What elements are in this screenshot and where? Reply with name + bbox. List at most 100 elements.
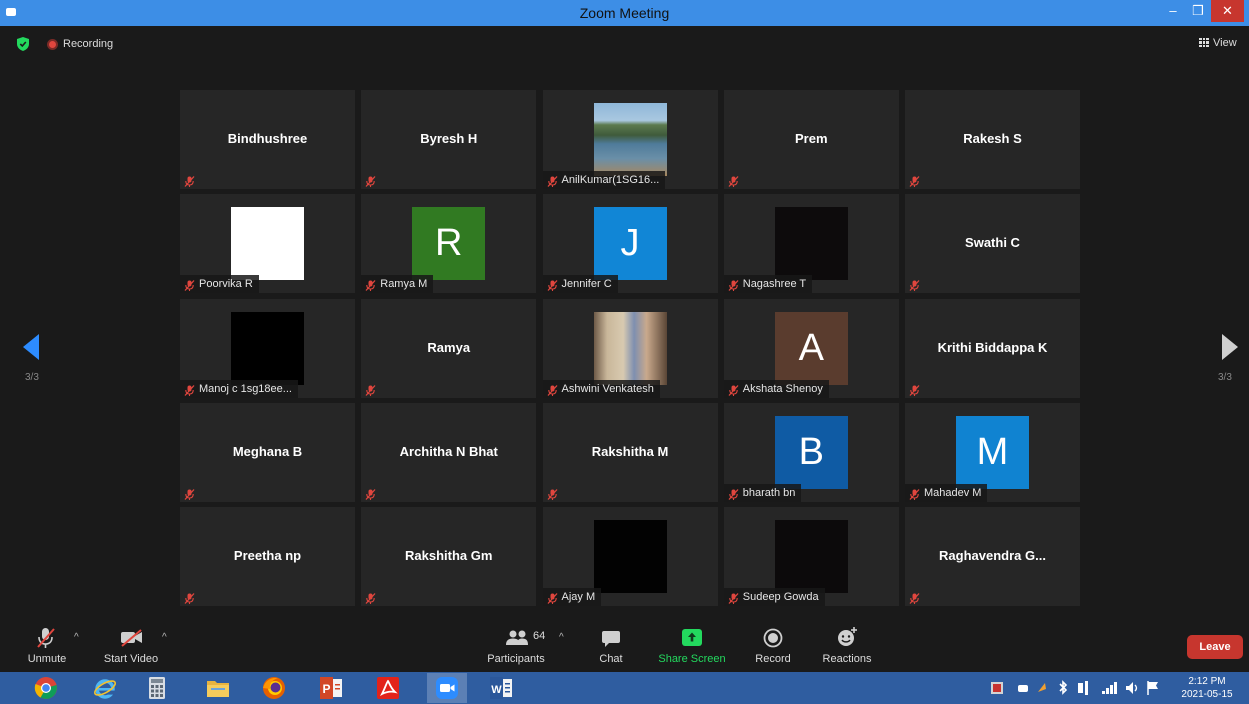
participant-name: bharath bn	[742, 486, 796, 499]
participant-tile[interactable]: Rakshitha M	[542, 402, 718, 502]
view-button[interactable]: View	[1199, 37, 1237, 49]
volume-icon[interactable]	[1125, 680, 1141, 696]
taskbar-file-explorer[interactable]	[198, 673, 238, 703]
participant-name-tag: Ajay M	[542, 588, 602, 606]
participant-name-tag: Ashwini Venkatesh	[542, 379, 660, 398]
participants-options-caret-icon[interactable]: ^	[559, 632, 564, 643]
encryption-shield-icon[interactable]	[17, 37, 29, 51]
muted-microphone-icon	[184, 174, 195, 187]
taskbar-acrobat[interactable]	[368, 673, 408, 703]
participant-name: Mahadev M	[924, 486, 982, 499]
chat-label: Chat	[599, 653, 623, 665]
unmute-button[interactable]: Unmute	[22, 618, 72, 670]
muted-microphone-icon	[365, 487, 376, 500]
participant-tile[interactable]: Nagashree T	[723, 194, 899, 294]
gallery-grid-icon	[1199, 38, 1209, 47]
participant-tile[interactable]: Preetha np	[180, 507, 355, 606]
participant-tile[interactable]: Swathi C	[905, 194, 1080, 294]
participant-tile[interactable]: Ashwini Venkatesh	[542, 298, 718, 398]
muted-microphone-icon	[909, 383, 920, 396]
participant-initial-avatar: R	[412, 207, 486, 281]
maximize-button[interactable]: ❒	[1186, 0, 1210, 22]
network-adapter-icon[interactable]	[1076, 680, 1092, 696]
audio-options-caret-icon[interactable]: ^	[74, 632, 79, 643]
participant-tile[interactable]: Sudeep Gowda	[723, 507, 899, 606]
tray-zoom-icon[interactable]	[1016, 680, 1030, 696]
participant-tile[interactable]: J Jennifer C	[542, 194, 718, 294]
participant-tile[interactable]: Prem	[723, 90, 899, 189]
recording-indicator-icon	[47, 39, 58, 50]
signal-strength-icon[interactable]	[1101, 680, 1119, 696]
taskbar-internet-explorer[interactable]	[85, 673, 125, 703]
page-indicator-left: 3/3	[25, 372, 39, 383]
video-camera-off-icon	[121, 629, 142, 647]
taskbar-word[interactable]: W	[481, 673, 521, 703]
reactions-button[interactable]: Reactions	[818, 618, 876, 670]
participant-name: Jennifer C	[561, 278, 612, 291]
participant-tile[interactable]: Manoj c 1sg18ee...	[180, 298, 355, 398]
participant-display-name: Preetha np	[233, 548, 302, 563]
participants-button[interactable]: 64 Participants	[485, 618, 547, 670]
participant-tile[interactable]: Architha N Bhat	[361, 402, 537, 502]
participant-display-name: Rakesh S	[963, 131, 1022, 146]
participant-tile[interactable]: Ajay M	[542, 507, 718, 606]
share-screen-button[interactable]: Share Screen	[656, 618, 728, 670]
participant-tile[interactable]: Rakesh S	[905, 90, 1080, 189]
taskbar-zoom[interactable]	[427, 673, 467, 703]
video-options-caret-icon[interactable]: ^	[162, 632, 167, 643]
tray-red-app-icon[interactable]	[990, 680, 1004, 696]
action-center-flag-icon[interactable]	[1146, 680, 1160, 696]
system-clock[interactable]: 2:12 PM 2021-05-15	[1174, 675, 1240, 701]
participant-name-tag: bharath bn	[723, 483, 802, 502]
taskbar-chrome[interactable]	[26, 673, 66, 703]
participant-name-tag: Nagashree T	[723, 275, 813, 294]
participant-tile[interactable]: M Mahadev M	[905, 402, 1080, 502]
leave-button[interactable]: Leave	[1187, 635, 1243, 659]
participant-tile[interactable]: Bbharath bn	[723, 402, 899, 502]
svg-text:W: W	[491, 684, 502, 696]
clock-date: 2021-05-15	[1181, 689, 1233, 700]
participant-tile[interactable]: A Akshata Shenoy	[723, 298, 899, 398]
participant-video-off-frame	[593, 520, 667, 593]
taskbar-firefox[interactable]	[254, 673, 294, 703]
start-video-button[interactable]: Start Video	[100, 618, 162, 670]
powerpoint-icon: P	[320, 677, 342, 699]
svg-text:P: P	[322, 682, 330, 696]
participant-initial-avatar: J	[593, 207, 667, 281]
participant-gallery: Bindhushree Byresh H AnilKumar(1SG16... Pre…	[180, 90, 1080, 606]
next-page-icon[interactable]	[1222, 334, 1238, 360]
close-button[interactable]: ✕	[1211, 0, 1244, 22]
share-screen-icon	[682, 629, 702, 646]
participant-tile[interactable]: Bindhushree	[180, 90, 355, 189]
participant-tile[interactable]: Ramya	[361, 298, 537, 398]
participant-tile[interactable]: Rakshitha Gm	[361, 507, 537, 606]
record-button[interactable]: Record	[752, 618, 794, 670]
participant-tile[interactable]: Byresh H	[361, 90, 537, 189]
minimize-button[interactable]: –	[1160, 0, 1186, 22]
internet-explorer-icon	[93, 679, 117, 699]
participant-tile[interactable]: R Ramya M	[361, 194, 537, 294]
participant-tile[interactable]: Raghavendra G...	[905, 507, 1080, 606]
muted-microphone-icon	[547, 384, 558, 396]
participant-tile[interactable]: Krithi Biddappa K	[905, 298, 1080, 398]
chat-button[interactable]: Chat	[592, 618, 630, 670]
reactions-smiley-icon	[838, 627, 857, 646]
avatar-initial: M	[976, 430, 1009, 473]
participant-display-name: Swathi C	[965, 235, 1020, 251]
taskbar-calculator[interactable]	[137, 673, 177, 703]
previous-page-icon[interactable]	[23, 334, 39, 360]
microphone-muted-icon	[37, 628, 55, 648]
calculator-icon	[149, 677, 165, 699]
participant-display-name: Rakshitha Gm	[405, 548, 493, 563]
participant-name-tag: AnilKumar(1SG16...	[542, 171, 666, 189]
record-label: Record	[755, 653, 791, 665]
muted-microphone-icon	[184, 591, 195, 604]
muted-microphone-icon	[365, 591, 376, 604]
participant-tile[interactable]: Poorvika R	[180, 194, 355, 294]
taskbar-powerpoint[interactable]: P	[311, 673, 351, 703]
bluetooth-icon[interactable]	[1056, 680, 1070, 696]
participant-tile[interactable]: Meghana B	[180, 402, 355, 502]
participant-photo	[593, 311, 667, 385]
tray-arrow-icon[interactable]	[1035, 680, 1049, 696]
participant-tile[interactable]: AnilKumar(1SG16...	[542, 90, 718, 189]
